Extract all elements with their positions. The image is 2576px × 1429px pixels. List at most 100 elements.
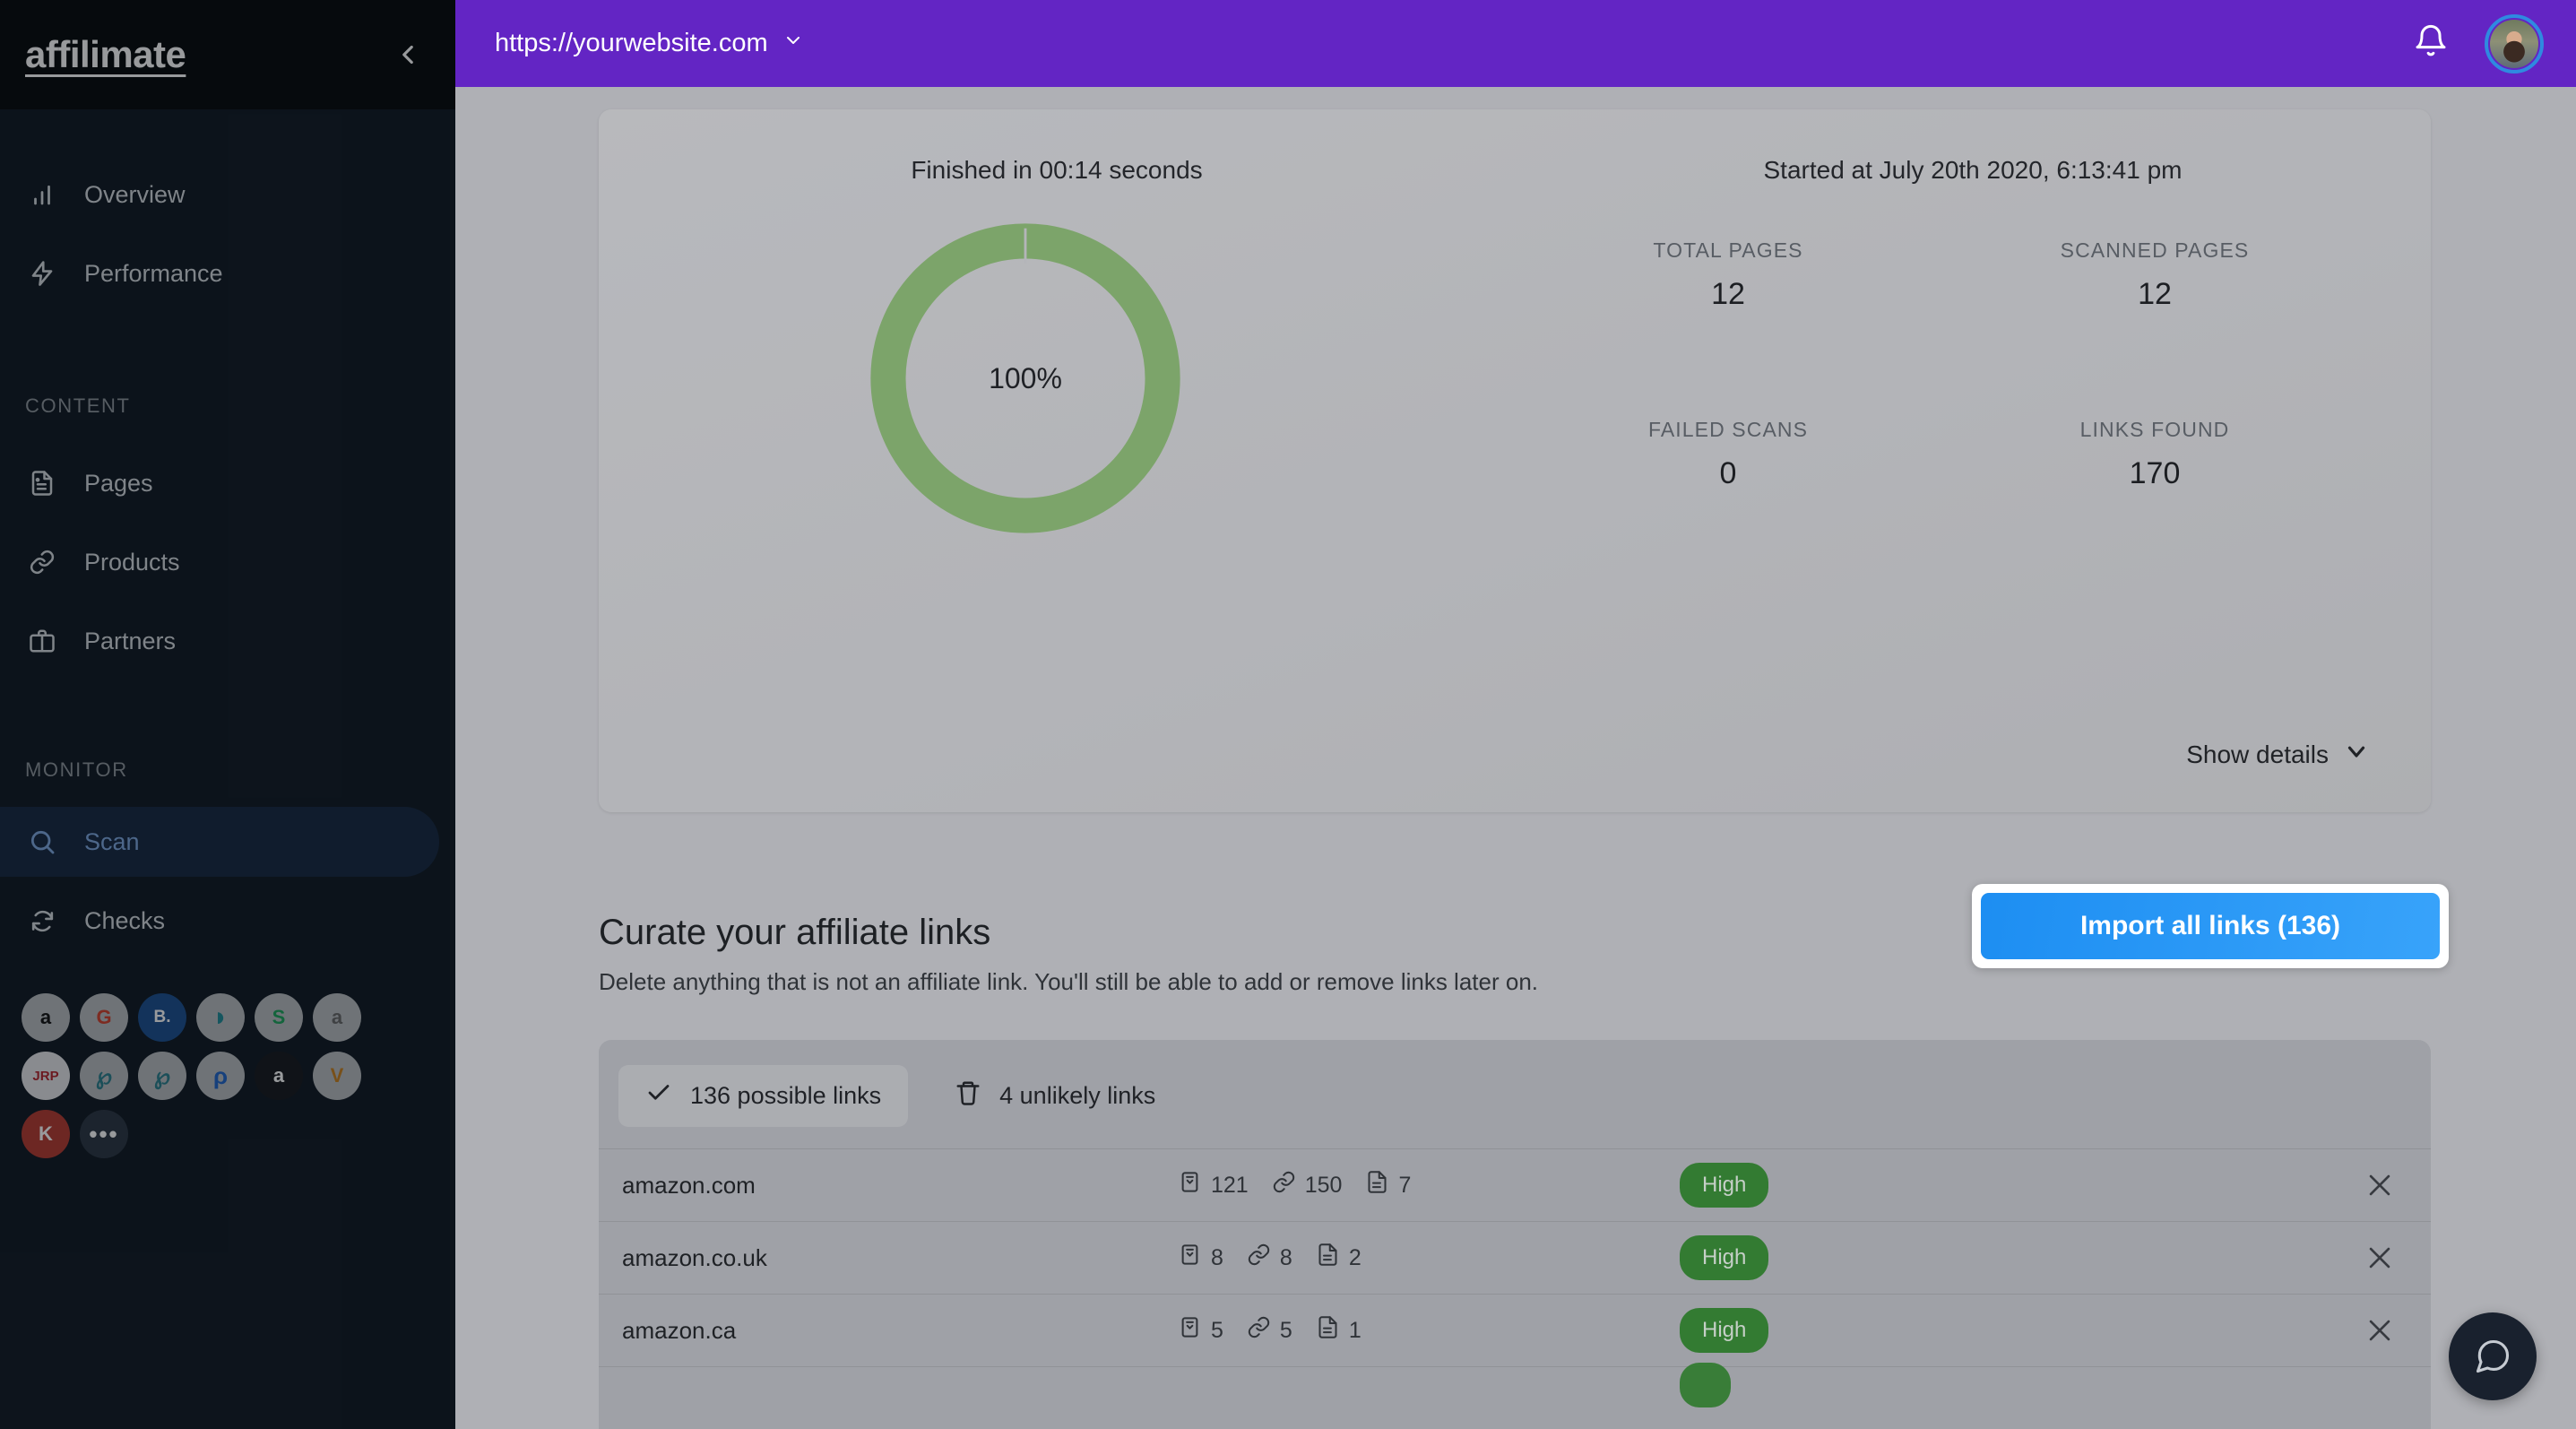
avatar[interactable] <box>2485 13 2544 74</box>
sidebar-item-label: Products <box>84 548 180 576</box>
refresh-icon <box>25 907 59 935</box>
shopping-bag-icon <box>1178 1170 1202 1200</box>
partner-avatar-jrp[interactable]: JRP <box>22 1052 70 1100</box>
stat-scanned-pages: SCANNED PAGES 12 <box>1941 238 2368 312</box>
stat-failed-scans: FAILED SCANS 0 <box>1515 418 1941 491</box>
bar-chart-icon <box>25 181 59 208</box>
site-selector[interactable]: https://yourwebsite.com <box>495 29 804 58</box>
import-button-highlight: Import all links (136) <box>1972 884 2449 968</box>
link-icon <box>25 549 59 576</box>
partner-avatar-amazon-dark[interactable]: a <box>255 1052 303 1100</box>
partner-avatar-shareasale[interactable]: S <box>255 993 303 1042</box>
shopping-bag-icon <box>1178 1315 1202 1346</box>
metric-value: 5 <box>1279 1317 1292 1343</box>
metric-value: 150 <box>1304 1172 1343 1198</box>
table-row[interactable]: amazon.com 121 150 7 High <box>599 1148 2431 1221</box>
table-row-partial[interactable] <box>599 1362 2431 1407</box>
import-all-links-button[interactable]: Import all links (136) <box>1981 893 2440 959</box>
partner-avatar-viglink[interactable]: V <box>313 1052 361 1100</box>
document-icon <box>1365 1170 1389 1200</box>
partner-avatar-impact-1[interactable]: ℘ <box>80 1052 128 1100</box>
links-panel: 136 possible links 4 unlikely links amaz… <box>599 1040 2431 1429</box>
document-icon <box>1316 1315 1340 1346</box>
sidebar: affilimate Overview Performance CONTENT … <box>0 0 455 1429</box>
avatar-image <box>2490 19 2538 68</box>
status-badge: High <box>1680 1163 1769 1208</box>
table-row[interactable]: amazon.ca 5 5 1 High <box>599 1294 2431 1366</box>
partner-avatar-more[interactable]: ••• <box>80 1110 128 1158</box>
sidebar-item-performance[interactable]: Performance <box>0 238 439 308</box>
metric-cart: 121 <box>1178 1170 1249 1200</box>
sidebar-item-partners[interactable]: Partners <box>0 606 439 676</box>
metric-pages: 2 <box>1316 1243 1361 1273</box>
show-details-toggle[interactable]: Show details <box>2186 738 2370 771</box>
page-subtitle: Delete anything that is not an affiliate… <box>599 968 1538 995</box>
stat-total-pages: TOTAL PAGES 12 <box>1515 238 1941 312</box>
sidebar-item-checks[interactable]: Checks <box>0 886 439 956</box>
partner-avatar-amazon-associates[interactable]: a <box>313 993 361 1042</box>
sidebar-item-label: Checks <box>84 906 166 934</box>
row-domain: amazon.ca <box>622 1316 737 1344</box>
partner-avatar-teal-drop[interactable]: ◗ <box>196 993 245 1042</box>
partner-avatar-amazon[interactable]: a <box>22 993 70 1042</box>
top-bar-actions <box>2413 13 2544 74</box>
document-icon <box>25 470 59 497</box>
stat-label: SCANNED PAGES <box>2060 238 2250 262</box>
donut-center-label: 100% <box>989 361 1062 394</box>
tab-unlikely-links[interactable]: 4 unlikely links <box>928 1065 1182 1127</box>
stat-value: 0 <box>1719 456 1737 490</box>
close-icon[interactable] <box>2332 1243 2395 1273</box>
main-content: Finished in 00:14 seconds Started at Jul… <box>455 87 2576 1429</box>
sidebar-item-label: Performance <box>84 259 223 287</box>
metric-links: 150 <box>1272 1170 1343 1200</box>
chevron-left-icon[interactable] <box>393 39 423 70</box>
row-badge-cell: High <box>1680 1235 2332 1280</box>
stat-label: TOTAL PAGES <box>1653 238 1803 262</box>
row-domain: amazon.co.uk <box>622 1243 767 1271</box>
sidebar-brand: affilimate <box>0 0 455 109</box>
partner-avatar-partnerize[interactable]: ρ <box>196 1052 245 1100</box>
sidebar-item-products[interactable]: Products <box>0 527 439 597</box>
stat-label: LINKS FOUND <box>2079 418 2230 441</box>
partner-avatar-kit[interactable]: K <box>22 1110 70 1158</box>
sidebar-item-scan[interactable]: Scan <box>0 807 439 877</box>
sidebar-item-pages[interactable]: Pages <box>0 448 439 518</box>
tab-possible-links[interactable]: 136 possible links <box>618 1065 909 1127</box>
partner-avatar-booking[interactable]: B. <box>138 993 186 1042</box>
status-badge: High <box>1680 1235 1769 1280</box>
partner-avatar-impact-2[interactable]: ℘ <box>138 1052 186 1100</box>
links-table: amazon.com 121 150 7 High amazon.co.uk 8… <box>599 1148 2431 1407</box>
shopping-bag-icon <box>1178 1243 1202 1273</box>
row-domain: amazon.com <box>622 1171 756 1199</box>
stat-links-found: LINKS FOUND 170 <box>1941 418 2368 491</box>
link-icon <box>1247 1315 1271 1346</box>
page-title: Curate your affiliate links <box>599 913 991 952</box>
bell-icon[interactable] <box>2413 23 2449 64</box>
metric-cart: 5 <box>1178 1315 1223 1346</box>
links-tabs: 136 possible links 4 unlikely links <box>599 1040 2431 1127</box>
sidebar-item-label: Partners <box>84 627 177 654</box>
scan-progress-donut: 100% <box>866 219 1185 538</box>
metric-value: 7 <box>1398 1172 1412 1198</box>
metric-value: 1 <box>1348 1317 1361 1343</box>
tab-label: 4 unlikely links <box>999 1082 1156 1109</box>
row-badge-cell <box>1680 1362 2332 1407</box>
table-row[interactable]: amazon.co.uk 8 8 2 High <box>599 1221 2431 1294</box>
metric-cart: 8 <box>1178 1243 1223 1273</box>
top-bar: https://yourwebsite.com <box>455 0 2576 87</box>
chevron-down-icon <box>782 29 804 58</box>
metric-links: 5 <box>1247 1315 1292 1346</box>
scan-stats-grid: TOTAL PAGES 12 SCANNED PAGES 12 FAILED S… <box>1452 203 2431 597</box>
chat-bubble-icon[interactable] <box>2449 1312 2537 1400</box>
sidebar-item-overview[interactable]: Overview <box>0 160 439 230</box>
site-url-label: https://yourwebsite.com <box>495 29 768 57</box>
trash-icon <box>955 1079 981 1113</box>
row-badge-cell: High <box>1680 1308 2332 1353</box>
close-icon[interactable] <box>2332 1315 2395 1346</box>
app-root: affilimate Overview Performance CONTENT … <box>0 0 2576 1429</box>
row-metrics: 121 150 7 <box>1178 1170 1680 1200</box>
scan-started-text: Started at July 20th 2020, 6:13:41 pm <box>1763 156 2183 184</box>
close-icon[interactable] <box>2332 1170 2395 1200</box>
partner-avatar-gumroad[interactable]: G <box>80 993 128 1042</box>
check-icon <box>645 1079 672 1113</box>
